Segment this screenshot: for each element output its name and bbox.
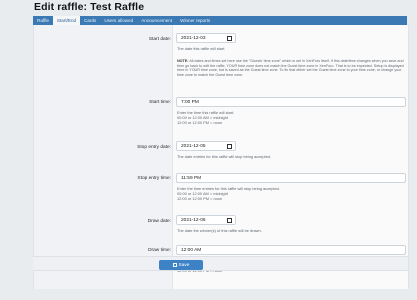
tab-bar: Raffle Start/End Cards Users allowed Ann… <box>33 16 407 25</box>
calendar-icon[interactable] <box>227 36 232 41</box>
draw-time-input[interactable]: 12:00 AM <box>176 245 406 255</box>
tab-users-allowed[interactable]: Users allowed <box>100 16 137 25</box>
note-text: All dates and times set here use the "Gu… <box>177 59 404 78</box>
stop-entry-date-value: 2021-12-05 <box>181 144 206 149</box>
stop-entry-date-label: Stop entry date: <box>137 145 171 150</box>
stop-entry-time-label: Stop entry time: <box>137 176 171 181</box>
stop-entry-date-help: The date entries for this raffle will st… <box>177 154 272 159</box>
stop-entry-time-help-3: 12:00 or 12:00 PM = noon <box>177 196 223 201</box>
note-prefix: NOTE: <box>177 59 189 63</box>
draw-date-value: 2021-12-06 <box>181 218 206 223</box>
start-time-help-3: 12:00 or 12:00 PM = noon <box>177 120 223 125</box>
save-icon <box>172 263 177 267</box>
form-panel: Start date: 2021-12-03 The date this raf… <box>33 25 409 289</box>
start-date-label: Start date: <box>148 37 171 42</box>
start-time-label: Start time: <box>149 100 171 105</box>
tab-announcement[interactable]: Announcement <box>137 16 176 25</box>
start-date-input[interactable]: 2021-12-03 <box>176 33 236 43</box>
draw-time-label: Draw time: <box>148 248 171 253</box>
tab-raffle[interactable]: Raffle <box>33 16 53 25</box>
tab-cards[interactable]: Cards <box>80 16 100 25</box>
save-button[interactable]: Save <box>159 260 203 270</box>
start-date-value: 2021-12-03 <box>181 36 206 41</box>
start-date-help: The date this raffle will start. <box>177 46 226 51</box>
page-title: Edit raffle: Test Raffle <box>34 1 145 13</box>
stop-entry-time-value: 11:59 PM <box>181 176 202 181</box>
save-button-label: Save <box>178 262 190 268</box>
calendar-icon[interactable] <box>227 144 232 149</box>
tab-winner-reports[interactable]: Winner reports <box>176 16 214 25</box>
draw-date-label: Draw date: <box>147 219 171 224</box>
start-time-input[interactable]: 7:00 PM <box>176 97 406 107</box>
draw-date-input[interactable]: 2021-12-06 <box>176 215 236 225</box>
stop-entry-date-input[interactable]: 2021-12-05 <box>176 141 236 151</box>
stop-entry-time-input[interactable]: 11:59 PM <box>176 173 406 183</box>
calendar-icon[interactable] <box>227 218 232 223</box>
form-footer <box>33 256 408 271</box>
start-time-value: 7:00 PM <box>181 100 199 105</box>
tab-start-end[interactable]: Start/End <box>52 16 81 25</box>
draw-date-help: The date the winner(s) of this raffle wi… <box>177 228 262 233</box>
timezone-note: NOTE: All dates and times set here use t… <box>177 59 407 78</box>
draw-time-value: 12:00 AM <box>181 248 202 253</box>
